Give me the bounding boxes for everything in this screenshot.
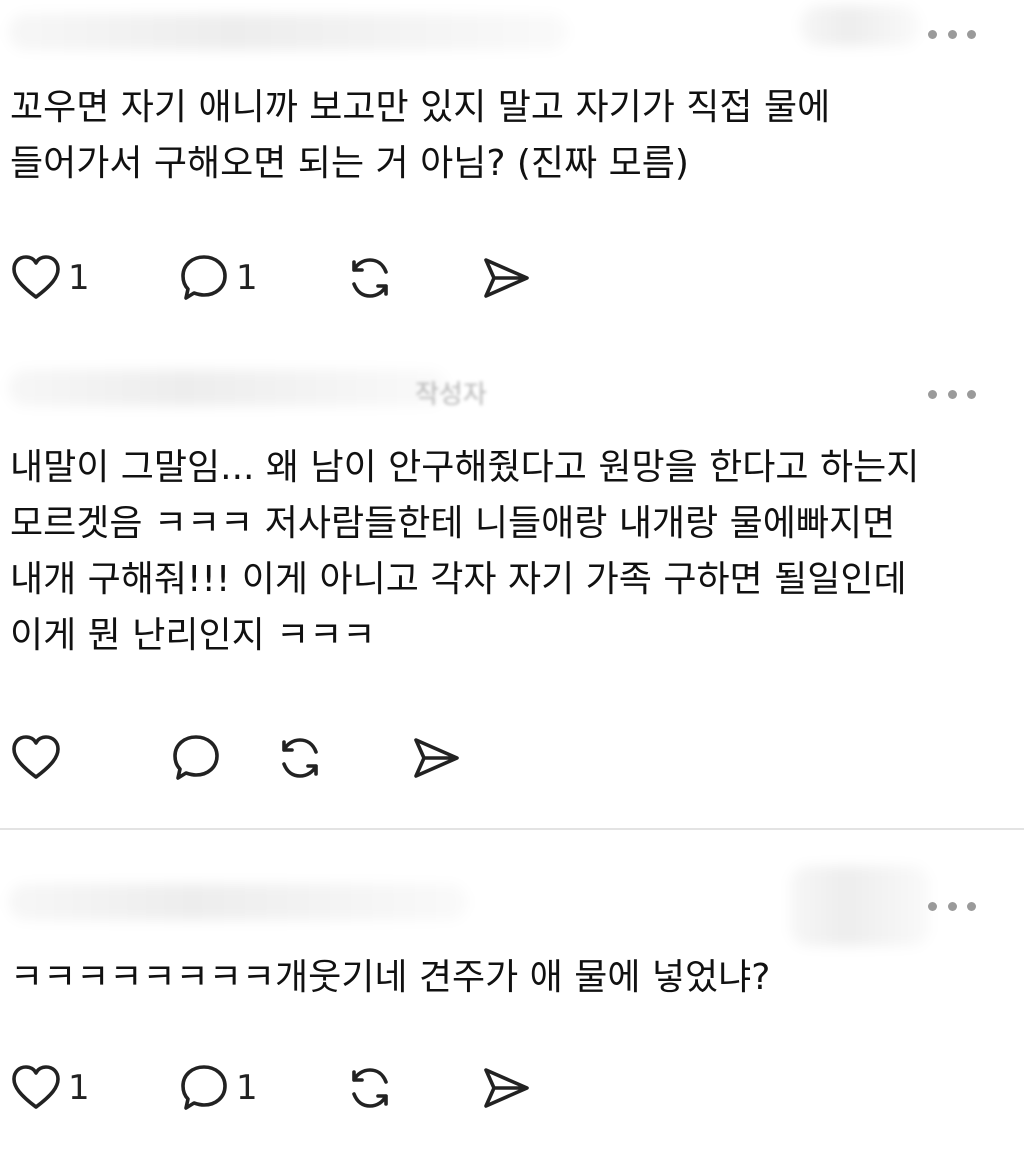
like-count: 1 [68, 258, 90, 298]
author-header-redacted [8, 370, 448, 406]
reply-count: 1 [236, 258, 258, 298]
post-2: 작성자 내말이 그말임... 왜 남이 안구해줬다고 원망을 한다고 하는지 모… [0, 360, 1024, 820]
heart-icon [12, 735, 60, 779]
repost-button[interactable] [274, 730, 326, 786]
repost-button[interactable] [344, 1060, 396, 1116]
more-icon [928, 389, 937, 399]
author-header-redacted [8, 884, 468, 920]
more-options-button[interactable] [928, 24, 976, 44]
send-icon [484, 1068, 529, 1108]
action-bar [10, 730, 610, 786]
post-1: 꼬우면 자기 애니까 보고만 있지 말고 자기가 직접 물에 들어가서 구해오면… [0, 0, 1024, 320]
comment-icon [181, 255, 227, 300]
avatar-redacted [790, 866, 930, 946]
like-button[interactable]: 1 [10, 250, 90, 306]
comment-icon [181, 1065, 227, 1110]
post-text: 내말이 그말임... 왜 남이 안구해줬다고 원망을 한다고 하는지 모르겟음 … [10, 447, 920, 656]
more-options-button[interactable] [928, 896, 976, 916]
action-bar: 1 1 [10, 1060, 610, 1116]
reply-button[interactable] [170, 730, 222, 786]
post-text: ㅋㅋㅋㅋㅋㅋㅋㅋ개웃기네 견주가 애 물에 넣었냐? [10, 957, 771, 998]
more-icon [928, 29, 937, 39]
author-header-redacted [8, 14, 568, 50]
reply-button[interactable]: 1 [178, 250, 258, 306]
send-icon [414, 738, 459, 778]
heart-icon [12, 255, 60, 299]
post-3: ㅋㅋㅋㅋㅋㅋㅋㅋ개웃기네 견주가 애 물에 넣었냐? 1 1 [0, 866, 1024, 1166]
reply-button[interactable]: 1 [178, 1060, 258, 1116]
share-button[interactable] [410, 730, 462, 786]
divider [0, 828, 1024, 830]
like-button[interactable]: 1 [10, 1060, 90, 1116]
share-button[interactable] [480, 1060, 532, 1116]
repost-icon [352, 258, 388, 298]
like-count: 1 [68, 1068, 90, 1108]
reply-count: 1 [236, 1068, 258, 1108]
share-button[interactable] [480, 250, 532, 306]
like-button[interactable] [10, 730, 62, 786]
repost-icon [282, 738, 318, 778]
action-bar: 1 1 [10, 250, 610, 306]
author-badge: 작성자 [415, 380, 487, 410]
more-icon [928, 901, 937, 911]
comment-icon [173, 735, 219, 780]
send-icon [484, 258, 529, 298]
avatar-redacted [800, 6, 920, 46]
post-text: 꼬우면 자기 애니까 보고만 있지 말고 자기가 직접 물에 들어가서 구해오면… [10, 87, 831, 184]
heart-icon [12, 1065, 60, 1109]
repost-icon [352, 1068, 388, 1108]
repost-button[interactable] [344, 250, 396, 306]
more-options-button[interactable] [928, 384, 976, 404]
